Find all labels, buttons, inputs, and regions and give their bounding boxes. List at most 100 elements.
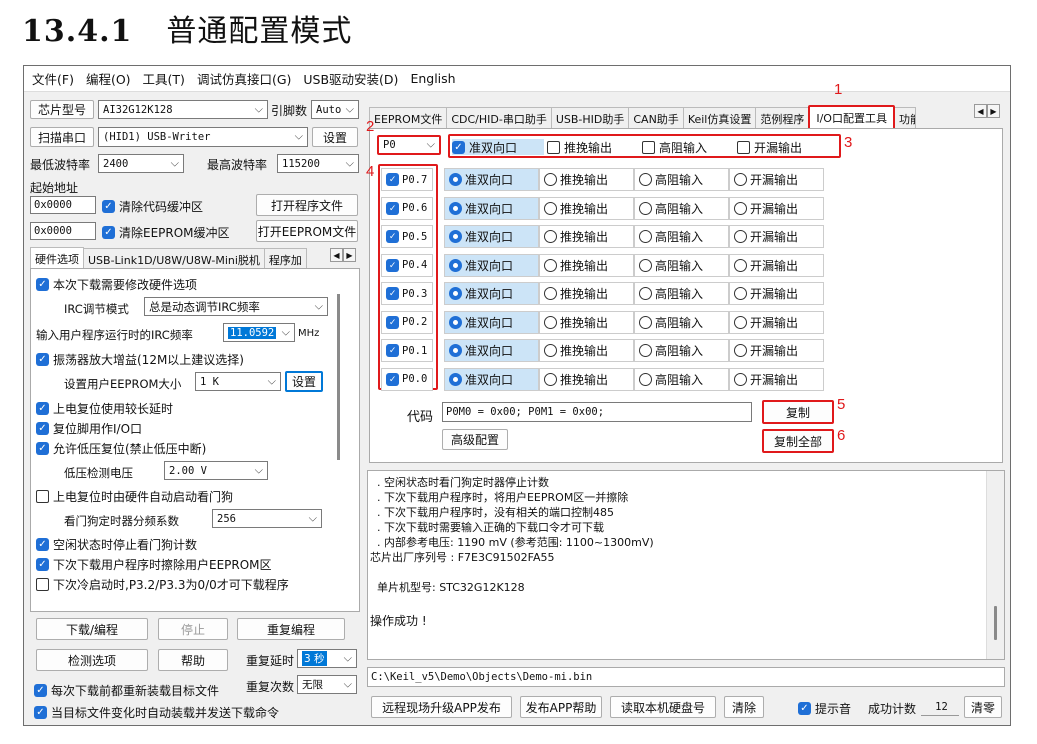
pin-mode-quasi[interactable]: 准双向口 <box>444 282 539 305</box>
detect-options-button[interactable]: 检测选项 <box>36 649 148 671</box>
pin-checkbox[interactable]: ✓ P0.7 <box>381 168 433 191</box>
pin-mode-open-drain[interactable]: 开漏输出 <box>729 168 824 191</box>
copy-all-button[interactable]: 复制全部 <box>762 429 834 453</box>
irc-mode-select[interactable]: 总是动态调节IRC频率 ⌵ <box>144 297 328 316</box>
pin-mode-push-pull[interactable]: 推挽输出 <box>539 310 634 334</box>
all-high-impedance[interactable]: 高阻输入 <box>642 139 707 156</box>
all-quasi-bidirectional[interactable]: ✓ 准双向口 <box>452 139 544 155</box>
reload-before-download-checkbox[interactable]: ✓ 每次下载前都重新装载目标文件 <box>34 682 219 699</box>
publish-help-button[interactable]: 发布APP帮助 <box>520 696 602 718</box>
pin-mode-quasi[interactable]: 准双向口 <box>444 196 539 220</box>
pin-mode-quasi[interactable]: 准双向口 <box>444 310 539 334</box>
pin-mode-open-drain[interactable]: 开漏输出 <box>729 225 824 248</box>
menu-file[interactable]: 文件(F) <box>32 69 74 88</box>
opt-osc-gain[interactable]: ✓ 振荡器放大增益(12M以上建议选择) <box>36 351 244 368</box>
menu-usb-driver[interactable]: USB驱动安装(D) <box>303 69 398 88</box>
pins-select[interactable]: Auto ⌵ <box>311 100 359 119</box>
tab-eeprom-file[interactable]: EEPROM文件 <box>369 107 448 130</box>
menu-program[interactable]: 编程(O) <box>86 69 131 88</box>
download-button[interactable]: 下载/编程 <box>36 618 148 640</box>
pin-mode-open-drain[interactable]: 开漏输出 <box>729 367 824 391</box>
pin-mode-open-drain[interactable]: 开漏输出 <box>729 253 824 277</box>
pin-checkbox[interactable]: ✓ P0.3 <box>381 282 433 305</box>
tab-cdc-hid-serial[interactable]: CDC/HID-串口助手 <box>446 107 552 130</box>
pin-mode-open-drain[interactable]: 开漏输出 <box>729 310 824 334</box>
eeprom-set-button[interactable]: 设置 <box>285 371 323 392</box>
tab-can[interactable]: CAN助手 <box>628 107 684 130</box>
pin-mode-push-pull[interactable]: 推挽输出 <box>539 282 634 305</box>
read-disk-button[interactable]: 读取本机硬盘号 <box>610 696 716 718</box>
tab-usb-hid[interactable]: USB-HID助手 <box>550 107 630 130</box>
port-group-select[interactable]: P0 ⌵ <box>377 135 441 155</box>
opt-hw-watchdog[interactable]: 上电复位时由硬件自动启动看门狗 <box>36 488 233 505</box>
settings-button[interactable]: 设置 <box>312 127 358 147</box>
low-voltage-select[interactable]: 2.00 V ⌵ <box>164 461 268 480</box>
pin-checkbox[interactable]: ✓ P0.4 <box>381 253 433 277</box>
pin-mode-push-pull[interactable]: 推挽输出 <box>539 367 634 391</box>
clear-eeprom-checkbox[interactable]: ✓ 清除EEPROM缓冲区 <box>102 224 230 241</box>
pin-mode-high-z[interactable]: 高阻输入 <box>634 196 729 220</box>
pin-mode-quasi[interactable]: 准双向口 <box>444 168 539 191</box>
pin-checkbox[interactable]: ✓ P0.1 <box>381 339 433 362</box>
pin-mode-push-pull[interactable]: 推挽输出 <box>539 225 634 248</box>
beep-checkbox[interactable]: ✓ 提示音 <box>798 700 851 717</box>
file-path-field[interactable]: C:\Keil_v5\Demo\Objects\Demo-mi.bin <box>367 667 1005 687</box>
eeprom-size-select[interactable]: 1 K ⌵ <box>195 372 281 391</box>
menu-tools[interactable]: 工具(T) <box>143 69 185 88</box>
reset-count-button[interactable]: 清零 <box>964 696 1002 718</box>
opt-erase-eeprom[interactable]: ✓ 下次下载用户程序时擦除用户EEPROM区 <box>36 556 272 573</box>
clear-log-button[interactable]: 清除 <box>724 696 764 718</box>
pin-checkbox[interactable]: ✓ P0.6 <box>381 196 433 220</box>
arrow-left-icon[interactable]: ◀ <box>974 104 987 118</box>
arrow-right-icon[interactable]: ▶ <box>343 248 356 262</box>
tab-keil-sim[interactable]: Keil仿真设置 <box>682 107 757 130</box>
pin-checkbox[interactable]: ✓ P0.5 <box>381 225 433 248</box>
arrow-right-icon[interactable]: ▶ <box>987 104 1000 118</box>
opt-low-voltage-reset[interactable]: ✓ 允许低压复位(禁止低压中断) <box>36 440 206 457</box>
pin-mode-push-pull[interactable]: 推挽输出 <box>539 253 634 277</box>
help-button[interactable]: 帮助 <box>158 649 228 671</box>
pin-mode-high-z[interactable]: 高阻输入 <box>634 225 729 248</box>
open-program-button[interactable]: 打开程序文件 <box>256 194 358 216</box>
auto-load-checkbox[interactable]: ✓ 当目标文件变化时自动装载并发送下载命令 <box>34 704 279 721</box>
tab-examples[interactable]: 范例程序 <box>755 107 810 130</box>
pin-mode-high-z[interactable]: 高阻输入 <box>634 310 729 334</box>
port-select[interactable]: (HID1) USB-Writer ⌵ <box>98 127 308 147</box>
menu-debug[interactable]: 调试仿真接口(G) <box>197 69 291 88</box>
pin-mode-high-z[interactable]: 高阻输入 <box>634 339 729 362</box>
log-scrollbar-thumb[interactable] <box>994 606 997 640</box>
log-scrollbar[interactable] <box>986 471 1004 659</box>
pin-mode-high-z[interactable]: 高阻输入 <box>634 168 729 191</box>
irc-freq-select[interactable]: 11.0592 ⌵ <box>223 323 295 342</box>
pin-mode-high-z[interactable]: 高阻输入 <box>634 367 729 391</box>
opt-reset-as-io[interactable]: ✓ 复位脚用作I/O口 <box>36 420 142 437</box>
pin-mode-push-pull[interactable]: 推挽输出 <box>539 196 634 220</box>
clear-code-checkbox[interactable]: ✓ 清除代码缓冲区 <box>102 198 203 215</box>
pin-mode-open-drain[interactable]: 开漏输出 <box>729 196 824 220</box>
all-push-pull[interactable]: 推挽输出 <box>547 139 612 156</box>
pin-mode-push-pull[interactable]: 推挽输出 <box>539 168 634 191</box>
watchdog-div-select[interactable]: 256 ⌵ <box>212 509 322 528</box>
pin-mode-open-drain[interactable]: 开漏输出 <box>729 282 824 305</box>
repeat-count-select[interactable]: 无限 ⌵ <box>297 675 357 694</box>
advanced-config-button[interactable]: 高级配置 <box>442 429 508 450</box>
pin-mode-push-pull[interactable]: 推挽输出 <box>539 339 634 362</box>
eeprom-address-input[interactable]: 0x0000 <box>30 222 96 240</box>
pin-mode-high-z[interactable]: 高阻输入 <box>634 282 729 305</box>
right-tab-scroll[interactable]: ◀ ▶ <box>974 104 1000 118</box>
pin-mode-open-drain[interactable]: 开漏输出 <box>729 339 824 362</box>
opt-long-reset-delay[interactable]: ✓ 上电复位使用较长延时 <box>36 400 173 417</box>
menu-english[interactable]: English <box>410 71 455 86</box>
pin-mode-high-z[interactable]: 高阻输入 <box>634 253 729 277</box>
pin-mode-quasi[interactable]: 准双向口 <box>444 225 539 248</box>
options-scrollbar-thumb[interactable] <box>337 294 340 460</box>
code-output-field[interactable]: P0M0 = 0x00; P0M1 = 0x00; <box>442 402 752 422</box>
remote-upgrade-button[interactable]: 远程现场升级APP发布 <box>371 696 512 718</box>
all-open-drain[interactable]: 开漏输出 <box>737 139 802 156</box>
scan-port-button[interactable]: 扫描串口 <box>30 127 94 147</box>
repeat-delay-select[interactable]: 3 秒 ⌵ <box>297 649 357 668</box>
left-tab-scroll[interactable]: ◀ ▶ <box>330 248 356 262</box>
stop-button[interactable]: 停止 <box>158 618 228 640</box>
pin-checkbox[interactable]: ✓ P0.0 <box>381 367 433 391</box>
opt-cold-start-pins[interactable]: 下次冷启动时,P3.2/P3.3为0/0才可下载程序 <box>36 576 289 593</box>
